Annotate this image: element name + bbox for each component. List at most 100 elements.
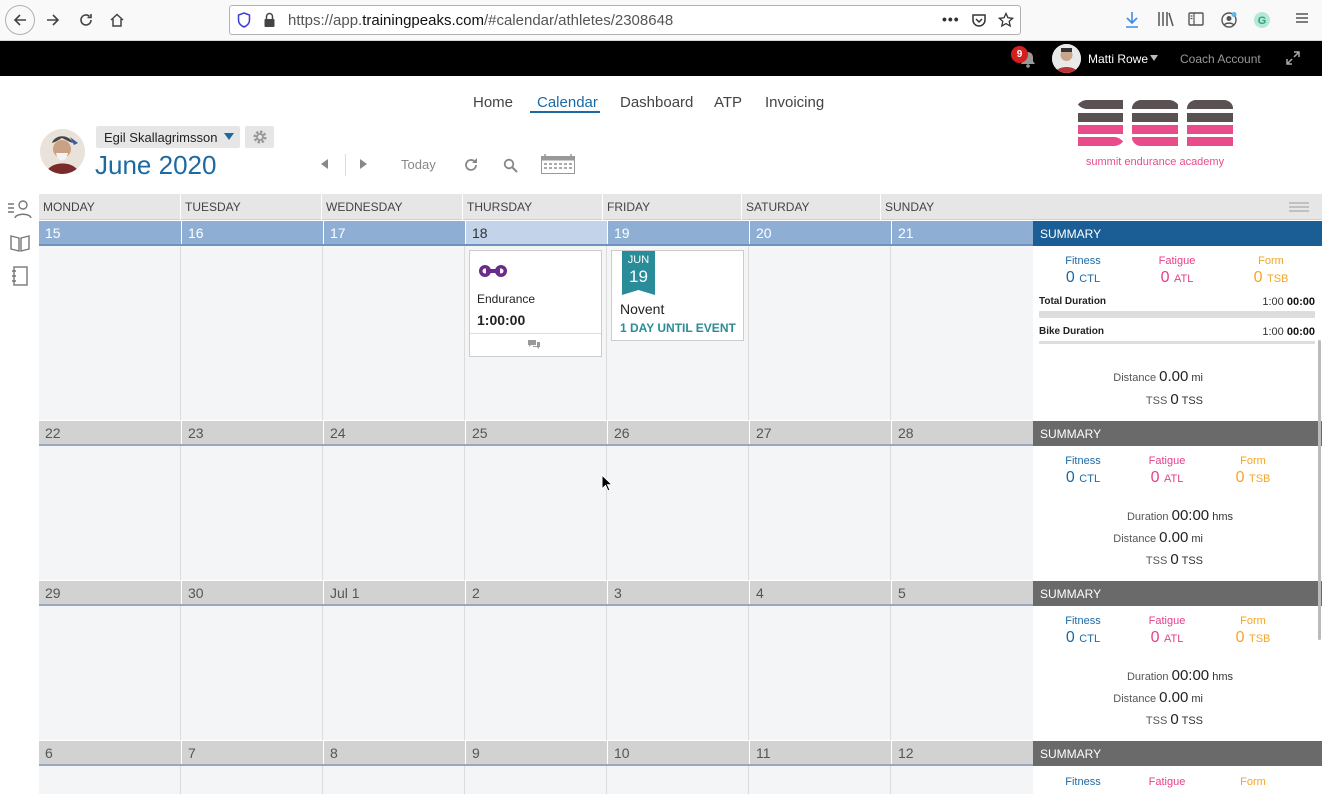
coach-account-link[interactable]: Coach Account <box>1180 52 1261 66</box>
home-button[interactable] <box>102 5 132 35</box>
today-button[interactable]: Today <box>401 157 436 172</box>
day-21[interactable]: 21 <box>891 221 1033 246</box>
day-20[interactable]: 20 <box>749 221 891 246</box>
user-menu-caret-icon[interactable] <box>1150 55 1158 61</box>
day-10[interactable]: 10 <box>607 741 749 766</box>
day-19[interactable]: 19 <box>607 221 749 246</box>
user-name[interactable]: Matti Rowe <box>1088 52 1148 66</box>
day-27[interactable]: 27 <box>749 421 891 446</box>
search-icon[interactable] <box>503 158 518 173</box>
cell-divider <box>180 446 181 580</box>
expand-icon[interactable] <box>1286 51 1300 65</box>
day-17[interactable]: 17 <box>323 221 465 246</box>
day-11[interactable]: 11 <box>749 741 891 766</box>
day-24[interactable]: 24 <box>323 421 465 446</box>
download-icon[interactable] <box>1124 11 1140 29</box>
distance-row: Distance 0.00 mi <box>1113 368 1203 385</box>
nav-invoicing[interactable]: Invoicing <box>765 94 824 111</box>
ctl-value: 0 CTL <box>1065 629 1101 646</box>
form-label: Form <box>1240 776 1266 788</box>
day-29[interactable]: 29 <box>39 581 181 606</box>
event-countdown: 1 DAY UNTIL EVENT <box>620 321 736 335</box>
user-avatar[interactable] <box>1052 44 1081 73</box>
prev-month-icon[interactable] <box>321 159 328 169</box>
day-22[interactable]: 22 <box>39 421 181 446</box>
day-16[interactable]: 16 <box>181 221 323 246</box>
duration-row: Duration 00:00 hms <box>1126 667 1233 684</box>
athlete-avatar[interactable] <box>40 129 85 174</box>
workout-card[interactable]: Endurance 1:00:00 <box>469 250 602 357</box>
day-25[interactable]: 25 <box>465 421 607 446</box>
event-date-ribbon: JUN 19 <box>622 251 655 295</box>
nav-home[interactable]: Home <box>473 94 513 111</box>
atl-value: 0 ATL <box>1150 629 1184 646</box>
account-icon[interactable] <box>1220 11 1238 29</box>
tsb-value: 0 TSB <box>1253 269 1289 286</box>
day-jul-1[interactable]: Jul 1 <box>323 581 465 606</box>
day-4[interactable]: 4 <box>749 581 891 606</box>
week-row-4: 6 7 8 9 10 11 12 <box>39 741 1033 794</box>
scrollbar[interactable] <box>1318 340 1321 640</box>
day-15[interactable]: 15 <box>39 221 181 246</box>
duration-row: Duration 00:00 hms <box>1126 507 1233 524</box>
day-9[interactable]: 9 <box>465 741 607 766</box>
back-arrow-icon <box>13 14 26 26</box>
day-30[interactable]: 30 <box>181 581 323 606</box>
summary-header-week-1[interactable]: SUMMARY <box>1033 221 1322 246</box>
menu-icon[interactable] <box>1295 11 1309 25</box>
workout-library-icon[interactable] <box>10 234 30 252</box>
day-5[interactable]: 5 <box>891 581 1033 606</box>
fitness-label: Fitness <box>1065 455 1101 467</box>
nav-dashboard[interactable]: Dashboard <box>620 94 693 111</box>
nav-atp[interactable]: ATP <box>714 94 742 111</box>
cell-divider <box>180 766 181 794</box>
day-23[interactable]: 23 <box>181 421 323 446</box>
fitness-label: Fitness <box>1065 615 1101 627</box>
day-2[interactable]: 2 <box>465 581 607 606</box>
mouse-cursor-icon <box>601 474 613 492</box>
tss-row: TSS 0 TSS <box>1145 551 1203 568</box>
day-18-today[interactable]: 18 <box>465 221 607 246</box>
address-bar[interactable]: https://app.trainingpeaks.com/#calendar/… <box>229 5 1021 35</box>
pocket-icon[interactable] <box>971 12 987 28</box>
event-card[interactable]: JUN 19 Novent 1 DAY UNTIL EVENT <box>611 250 744 341</box>
page-actions-icon[interactable]: ••• <box>942 11 960 27</box>
summary-header-week-4[interactable]: SUMMARY <box>1033 741 1322 766</box>
refresh-icon[interactable] <box>463 157 479 173</box>
day-12[interactable]: 12 <box>891 741 1033 766</box>
grammarly-icon[interactable]: G <box>1253 11 1271 29</box>
day-26[interactable]: 26 <box>607 421 749 446</box>
bookmark-star-icon[interactable] <box>998 12 1014 28</box>
cell-divider <box>464 246 465 420</box>
day-3[interactable]: 3 <box>607 581 749 606</box>
comments-icon[interactable] <box>527 339 541 351</box>
athlete-library-icon[interactable] <box>8 199 32 219</box>
plan-store-icon[interactable] <box>12 266 28 286</box>
logo-a <box>1187 100 1233 146</box>
cell-divider <box>890 606 891 740</box>
day-6[interactable]: 6 <box>39 741 181 766</box>
nav-calendar[interactable]: Calendar <box>537 94 598 111</box>
sidebar-toggle-icon[interactable] <box>1188 11 1204 27</box>
day-8[interactable]: 8 <box>323 741 465 766</box>
week-underline <box>39 444 1033 446</box>
library-icon[interactable] <box>1157 11 1175 27</box>
summary-header-week-2[interactable]: SUMMARY <box>1033 421 1322 446</box>
summary-header-week-3[interactable]: SUMMARY <box>1033 581 1322 606</box>
cell-divider <box>748 246 749 420</box>
next-month-icon[interactable] <box>360 159 367 169</box>
day-7[interactable]: 7 <box>181 741 323 766</box>
calendar-picker-icon[interactable] <box>541 154 575 174</box>
cell-divider <box>464 606 465 740</box>
cell-divider <box>748 606 749 740</box>
athlete-settings-button[interactable] <box>245 126 274 148</box>
back-button[interactable] <box>5 5 35 35</box>
dow-sunday: SUNDAY <box>880 194 1015 220</box>
column-menu-icon[interactable] <box>1289 202 1309 212</box>
athlete-selector[interactable]: Egil Skallagrimsson <box>96 126 240 148</box>
event-name: Novent <box>620 301 665 317</box>
tsb-value: 0 TSB <box>1235 469 1271 486</box>
reload-button[interactable] <box>71 5 101 35</box>
day-28[interactable]: 28 <box>891 421 1033 446</box>
forward-button[interactable] <box>38 5 68 35</box>
